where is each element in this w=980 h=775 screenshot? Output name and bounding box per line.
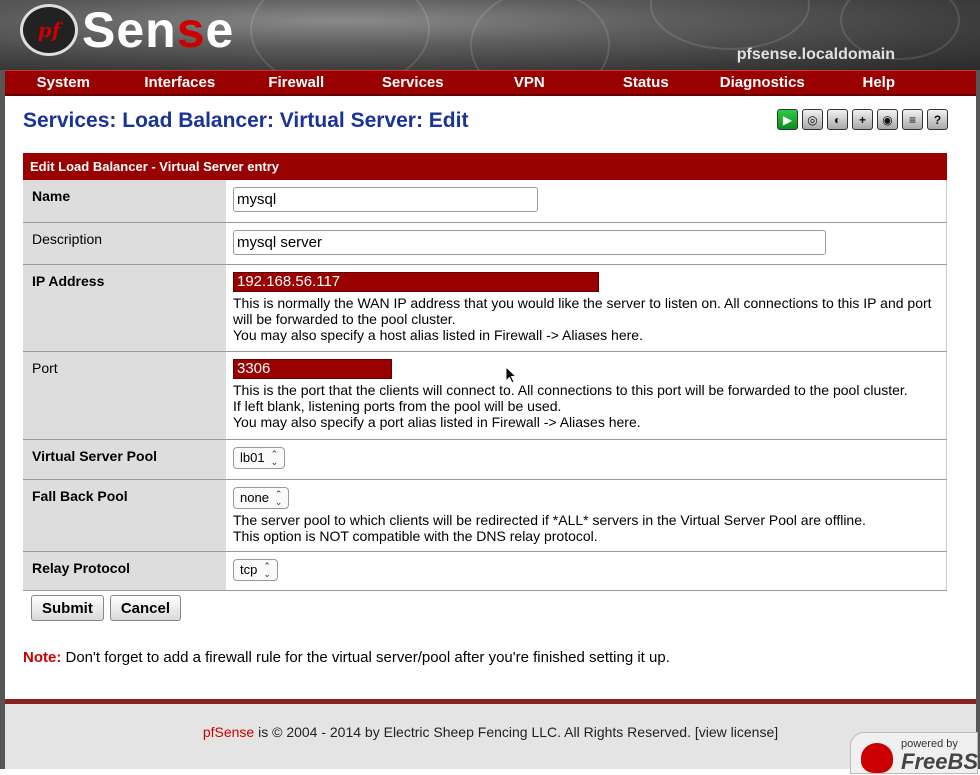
note-prefix: Note: [23, 649, 62, 666]
pfsense-logo[interactable]: pf Sense [20, 0, 234, 60]
decorative-cell [650, 0, 810, 50]
main-nav: System Interfaces Firewall Services VPN … [5, 70, 976, 96]
fall-back-pool-label: Fall Back Pool [23, 479, 226, 552]
name-cell [226, 180, 947, 223]
log-icon[interactable]: ◐ [827, 109, 848, 130]
toolbar: ▶ ◎ ◐ + ◉ ≡ ? [777, 109, 948, 130]
fall-back-pool-help: The server pool to which clients will be… [233, 511, 866, 528]
decorative-cell [470, 0, 610, 70]
page-title: Services: Load Balancer: Virtual Server:… [23, 109, 469, 132]
ip-address-input[interactable] [233, 271, 599, 292]
fall-back-pool-select[interactable]: none ⌃ ⌄ [233, 486, 290, 509]
port-alias-help: You may also specify a port alias listed… [233, 413, 641, 430]
note-text: Don't forget to add a firewall rule for … [65, 649, 670, 666]
relay-protocol-select[interactable]: tcp ⌃ ⌄ [233, 558, 278, 581]
port-blank-help: If left blank, listening ports from the … [233, 397, 562, 414]
add-icon[interactable]: + [852, 109, 873, 130]
footer-text: is © 2004 - 2014 by Electric Sheep Fenci… [258, 724, 691, 740]
virtual-server-pool-cell: lb01 ⌃ ⌄ [226, 439, 947, 480]
cancel-button[interactable]: Cancel [109, 595, 182, 621]
window-frame-right [976, 0, 980, 769]
fall-back-pool-cell: none ⌃ ⌄ The server pool to which clients… [226, 479, 947, 552]
form-buttons: Submit Cancel [31, 595, 182, 621]
nav-vpn[interactable]: VPN [471, 71, 588, 94]
ip-address-help: This is normally the WAN IP address that… [233, 294, 932, 327]
virtual-server-pool-select[interactable]: lb01 ⌃ ⌄ [233, 446, 286, 469]
port-cell: This is the port that the clients will c… [226, 351, 947, 440]
settings-icon[interactable]: ◉ [877, 109, 898, 130]
powered-by-freebsd-badge[interactable]: powered by FreeBSD [850, 732, 980, 774]
port-input[interactable] [233, 358, 392, 379]
fall-back-pool-value: none [240, 489, 269, 505]
status-icon[interactable]: ◎ [802, 109, 823, 130]
description-cell [226, 222, 947, 265]
nav-firewall[interactable]: Firewall [238, 71, 355, 94]
logo-text: Sense [82, 2, 235, 58]
name-label: Name [23, 180, 226, 223]
section-header: Edit Load Balancer - Virtual Server entr… [23, 153, 947, 180]
note: Note: Don't forget to add a firewall rul… [23, 649, 670, 666]
decorative-cell [250, 0, 430, 70]
relay-protocol-label: Relay Protocol [23, 551, 226, 591]
nav-interfaces[interactable]: Interfaces [122, 71, 239, 94]
ip-address-alias-help: You may also specify a host alias listed… [233, 326, 643, 343]
fall-back-pool-dns-help: This option is NOT compatible with the D… [233, 527, 598, 544]
footer-copyright: pfSense is © 2004 - 2014 by Electric She… [5, 724, 976, 740]
nav-diagnostics[interactable]: Diagnostics [704, 71, 821, 94]
header-banner: pf Sense pfsense.localdomain [0, 0, 980, 70]
nav-help[interactable]: Help [821, 71, 938, 94]
virtual-server-form: Edit Load Balancer - Virtual Server entr… [23, 153, 947, 591]
select-arrows-icon: ⌃ ⌄ [274, 488, 283, 507]
virtual-server-pool-value: lb01 [240, 449, 265, 465]
virtual-server-pool-label: Virtual Server Pool [23, 439, 226, 480]
window-frame-left [0, 0, 5, 769]
hostname: pfsense.localdomain [736, 46, 895, 63]
mouse-cursor-icon [505, 366, 517, 384]
nav-status[interactable]: Status [588, 71, 705, 94]
footer: pfSense is © 2004 - 2014 by Electric She… [5, 699, 980, 774]
select-arrows-icon: ⌃ ⌄ [270, 448, 279, 467]
footer-brand-link[interactable]: pfSense [203, 724, 254, 740]
description-input[interactable] [233, 229, 826, 255]
name-input[interactable] [233, 187, 538, 212]
help-icon[interactable]: ? [927, 109, 948, 130]
port-help: This is the port that the clients will c… [233, 381, 908, 398]
ip-address-cell: This is normally the WAN IP address that… [226, 264, 947, 352]
description-label: Description [23, 222, 226, 265]
view-license-link[interactable]: [view license] [695, 724, 778, 740]
port-label: Port [23, 351, 226, 440]
relay-protocol-value: tcp [240, 561, 258, 577]
freebsd-label: FreeBSD [901, 749, 980, 774]
relay-protocol-cell: tcp ⌃ ⌄ [226, 551, 947, 591]
logo-mark-icon: pf [20, 4, 78, 56]
ip-address-label: IP Address [23, 264, 226, 352]
select-arrows-icon: ⌃ ⌄ [263, 560, 271, 579]
list-icon[interactable]: ≡ [902, 109, 923, 130]
play-icon[interactable]: ▶ [777, 109, 798, 130]
nav-services[interactable]: Services [355, 71, 472, 94]
nav-system[interactable]: System [5, 71, 122, 94]
submit-button[interactable]: Submit [31, 595, 104, 621]
